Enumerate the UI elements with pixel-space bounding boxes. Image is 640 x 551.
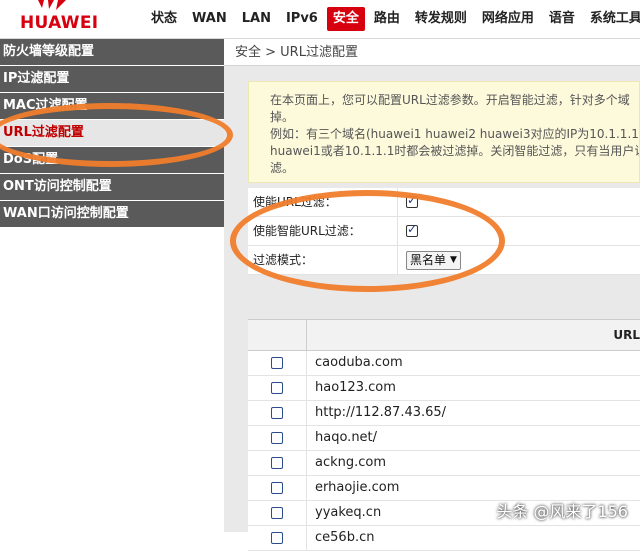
nav-item-security[interactable]: 安全 xyxy=(326,7,365,31)
enable-url-filter-checkbox[interactable] xyxy=(406,193,418,208)
row-checkbox[interactable] xyxy=(271,382,283,394)
table-row[interactable]: hao123.com xyxy=(248,376,640,401)
enable-smart-filter-checkbox[interactable] xyxy=(406,222,418,237)
main-content: 安全 > URL过滤配置 在本页面上，您可以配置URL过滤参数。开启智能过滤，针… xyxy=(224,39,640,551)
filter-mode-select[interactable]: 黑名单 ▼ xyxy=(406,250,461,270)
sidebar-item-dos[interactable]: DoS配置 xyxy=(0,147,224,173)
url-cell: ackng.com xyxy=(315,455,387,470)
url-cell: hao123.com xyxy=(315,380,396,395)
url-column-header: URL xyxy=(613,328,640,342)
table-header: URL xyxy=(248,320,640,351)
table-row[interactable]: ackng.com xyxy=(248,451,640,476)
notice-line: 掉。 xyxy=(270,110,295,124)
sidebar: 防火墙等级配置 IP过滤配置 MAC过滤配置 URL过滤配置 DoS配置 ONT… xyxy=(0,39,224,532)
enable-smart-filter-label: 使能智能URL过滤： xyxy=(248,217,398,245)
brand-name: HUAWEI xyxy=(20,13,99,33)
sidebar-item-ont-access-control[interactable]: ONT访问控制配置 xyxy=(0,174,224,200)
dropdown-arrow-icon: ▼ xyxy=(450,254,457,265)
nav-item-voice[interactable]: 语音 xyxy=(543,7,581,31)
url-cell: caoduba.com xyxy=(315,355,403,370)
main-nav: 状态 WAN LAN IPv6 安全 路由 转发规则 网络应用 语音 系统工具 xyxy=(145,0,640,38)
table-row[interactable]: http://112.87.43.65/ xyxy=(248,401,640,426)
form-row-enable-smart-filter: 使能智能URL过滤： xyxy=(248,217,640,246)
notice-line: 例如：有三个域名(huawei1 huawei2 huawei3对应的IP为10… xyxy=(270,127,640,141)
breadcrumb: 安全 > URL过滤配置 xyxy=(224,39,640,66)
nav-item-route[interactable]: 路由 xyxy=(368,7,406,31)
nav-item-status[interactable]: 状态 xyxy=(145,7,183,31)
sidebar-item-ip-filter[interactable]: IP过滤配置 xyxy=(0,66,224,92)
row-checkbox[interactable] xyxy=(271,532,283,544)
url-cell: erhaojie.com xyxy=(315,480,400,495)
form-row-filter-mode: 过滤模式： 黑名单 ▼ xyxy=(248,246,640,275)
nav-item-ipv6[interactable]: IPv6 xyxy=(280,7,324,31)
row-checkbox[interactable] xyxy=(271,482,283,494)
table-row[interactable]: caoduba.com xyxy=(248,351,640,376)
sidebar-item-url-filter[interactable]: URL过滤配置 xyxy=(0,120,224,146)
row-checkbox[interactable] xyxy=(271,432,283,444)
top-bar: HUAWEI 状态 WAN LAN IPv6 安全 路由 转发规则 网络应用 语… xyxy=(0,0,640,39)
notice-line: huawei1或者10.1.1.1时都会被过滤掉。关闭智能过滤，只有当用户访 xyxy=(270,144,640,158)
select-all-column xyxy=(248,320,307,350)
url-cell: haqo.net/ xyxy=(315,430,378,445)
url-cell: ce56b.cn xyxy=(315,530,375,545)
filter-mode-value: 黑名单 xyxy=(410,252,447,267)
nav-item-system-tools[interactable]: 系统工具 xyxy=(584,7,640,31)
row-checkbox[interactable] xyxy=(271,357,283,369)
notice-line: 在本页面上，您可以配置URL过滤参数。开启智能过滤，针对多个域 xyxy=(270,93,630,107)
table-row[interactable]: haqo.net/ xyxy=(248,426,640,451)
url-filter-form: 使能URL过滤： 使能智能URL过滤： 过滤模式： 黑名单 ▼ xyxy=(248,188,640,275)
filter-mode-label: 过滤模式： xyxy=(248,246,398,274)
brand-logo: HUAWEI xyxy=(0,0,138,38)
sidebar-item-wan-access-control[interactable]: WAN口访问控制配置 xyxy=(0,201,224,227)
row-checkbox[interactable] xyxy=(271,407,283,419)
row-checkbox[interactable] xyxy=(271,457,283,469)
row-checkbox[interactable] xyxy=(271,507,283,519)
url-cell: http://112.87.43.65/ xyxy=(315,405,447,420)
nav-item-lan[interactable]: LAN xyxy=(236,7,277,31)
sidebar-item-mac-filter[interactable]: MAC过滤配置 xyxy=(0,93,224,119)
sidebar-item-firewall-level[interactable]: 防火墙等级配置 xyxy=(0,39,224,65)
notice-line: 滤。 xyxy=(270,161,295,175)
nav-item-forward-rules[interactable]: 转发规则 xyxy=(409,7,473,31)
form-row-enable-url-filter: 使能URL过滤： xyxy=(248,188,640,217)
nav-item-network-apps[interactable]: 网络应用 xyxy=(476,7,540,31)
info-notice: 在本页面上，您可以配置URL过滤参数。开启智能过滤，针对多个域 掉。 例如：有三… xyxy=(248,81,640,183)
enable-url-filter-label: 使能URL过滤： xyxy=(248,188,398,216)
table-row[interactable]: ce56b.cn xyxy=(248,526,640,551)
watermark-text: 头条 @风来了156 xyxy=(496,502,628,521)
nav-item-wan[interactable]: WAN xyxy=(186,7,233,31)
